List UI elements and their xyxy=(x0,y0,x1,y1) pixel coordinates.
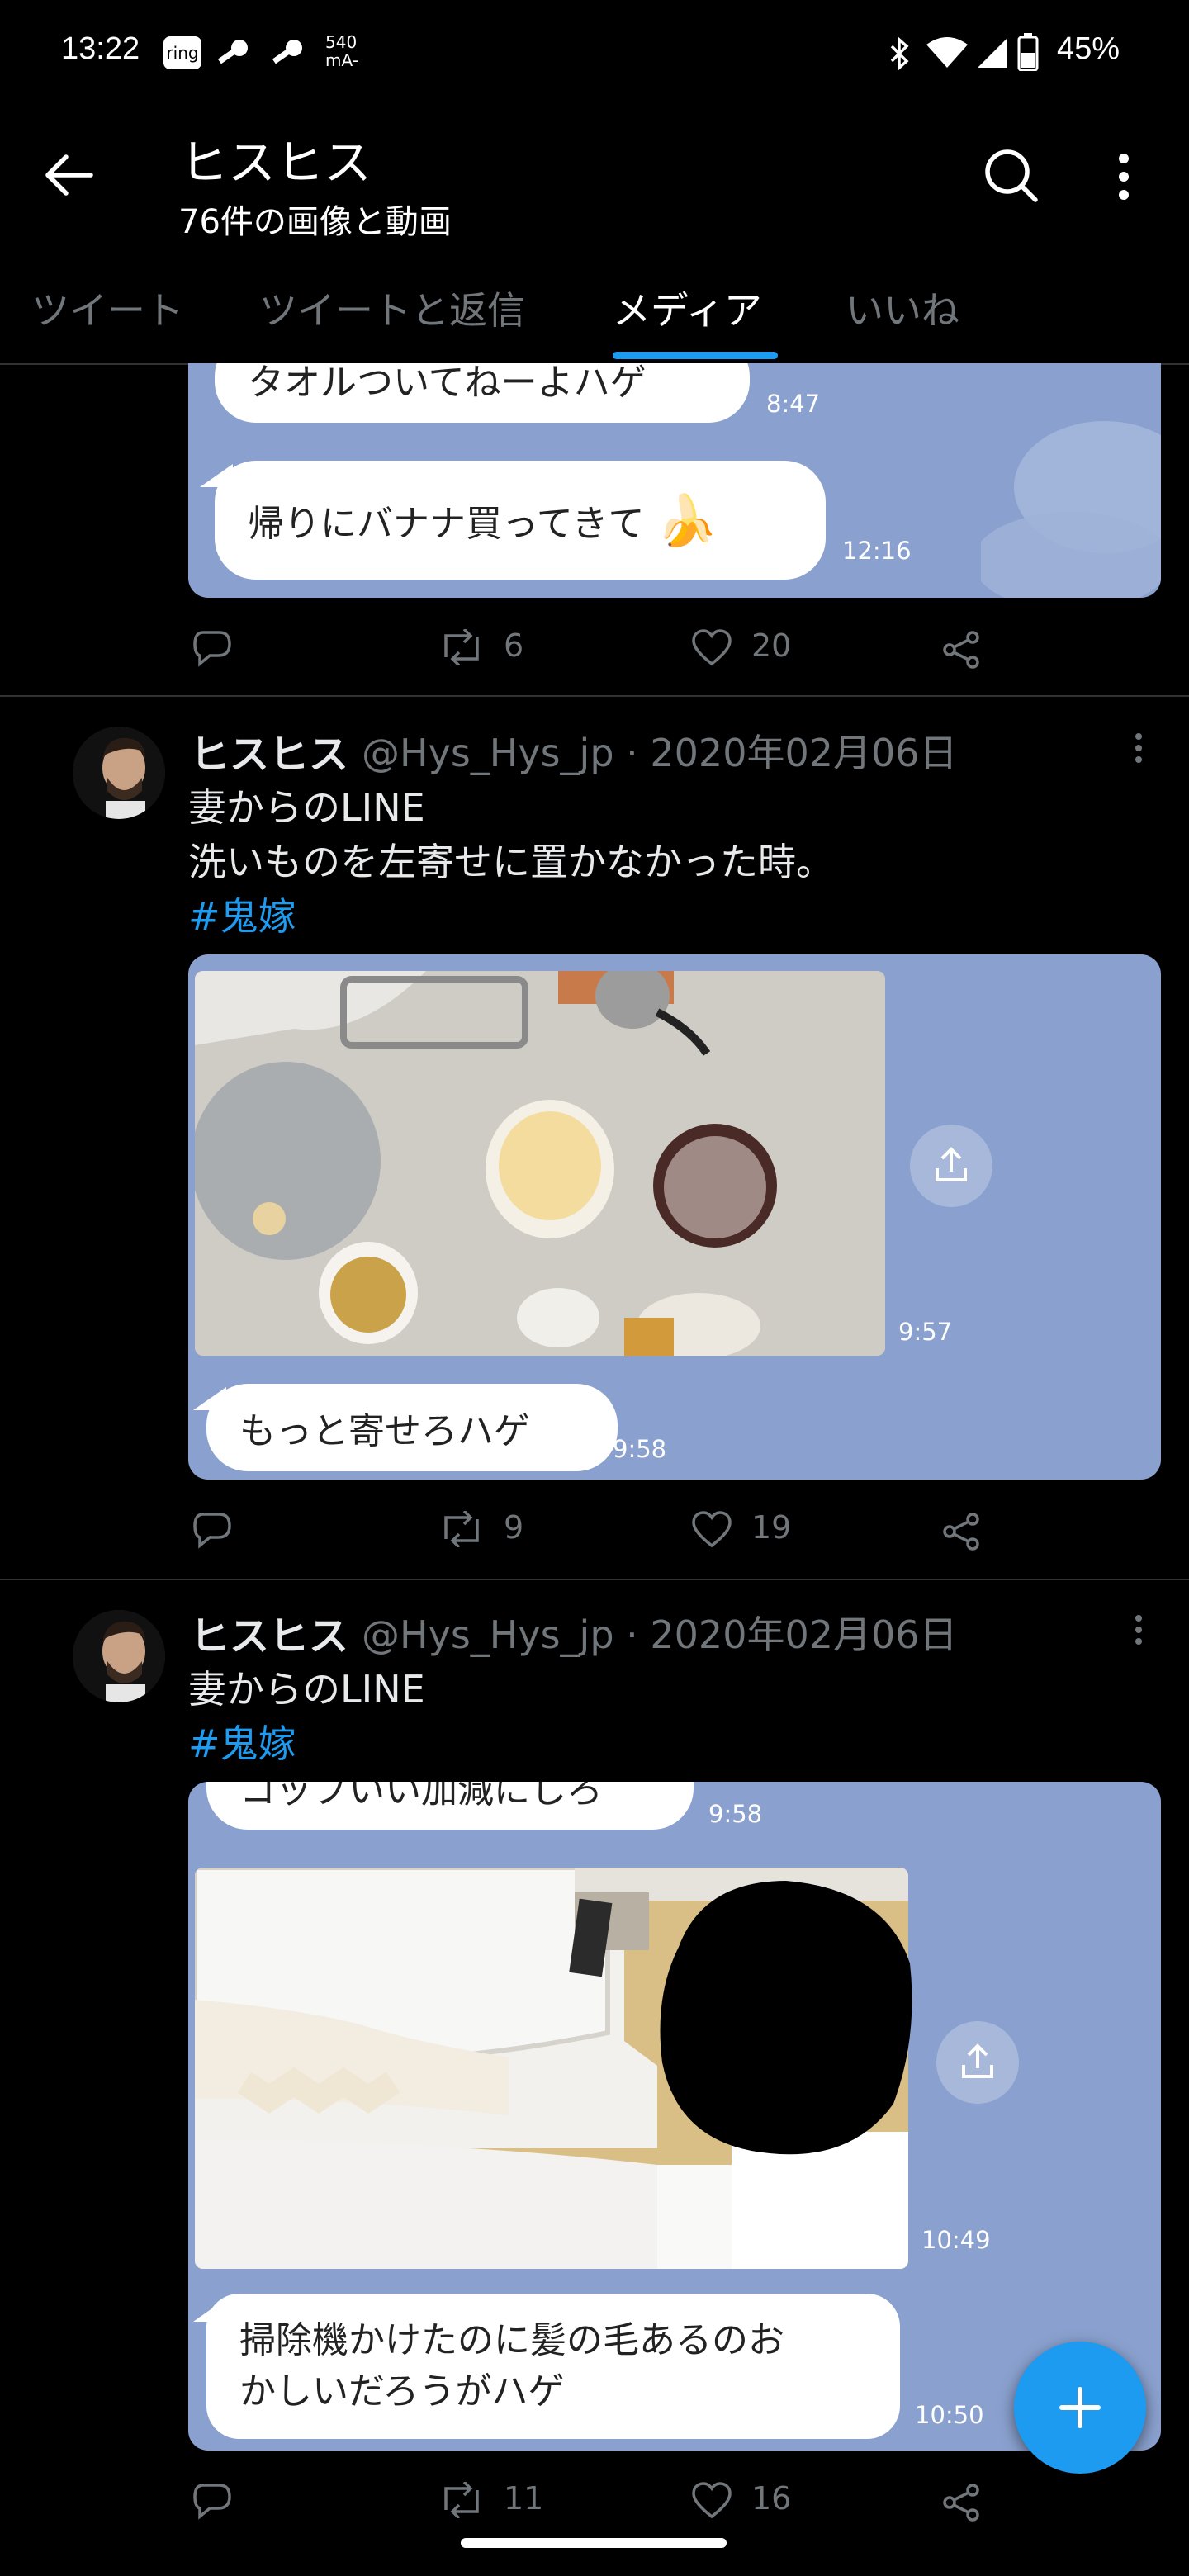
avatar[interactable] xyxy=(73,727,165,819)
hashtag-link[interactable]: #鬼嫁 xyxy=(188,887,296,941)
signal-icon xyxy=(978,38,1007,68)
retweet-icon[interactable] xyxy=(438,1511,486,1547)
mA-icon: 540 mA- xyxy=(325,32,358,70)
chat-bubble: タオルついてねーよハゲ xyxy=(215,363,750,423)
sky-cloud-decoration xyxy=(981,421,1161,598)
status-bar: 13:22 ring 540 mA- 45% xyxy=(0,0,1189,107)
reply-icon[interactable] xyxy=(192,2480,233,2520)
search-icon[interactable] xyxy=(983,147,1040,205)
share-icon[interactable] xyxy=(941,2482,983,2523)
chat-timestamp: 12:16 xyxy=(842,537,912,565)
upload-icon xyxy=(936,1147,967,1181)
profile-title: ヒスヒス xyxy=(180,135,372,191)
upload-icon xyxy=(962,2043,993,2078)
battery-icon xyxy=(1017,33,1039,71)
ring-icon: ring xyxy=(163,36,201,69)
active-tab-indicator xyxy=(613,352,778,359)
reply-icon[interactable] xyxy=(192,1509,233,1549)
tweet-text-line: 妻からのLINE xyxy=(188,1667,425,1712)
compose-tweet-button[interactable] xyxy=(1014,2342,1146,2474)
author-handle-date[interactable]: @Hys_Hys_jp · 2020年02月06日 xyxy=(362,1605,958,1660)
tweet-text-line: 妻からのLINE xyxy=(188,785,425,830)
back-arrow-icon[interactable] xyxy=(43,152,94,198)
tab-likes[interactable]: いいね xyxy=(846,281,959,335)
redaction-blob xyxy=(660,1881,912,2155)
chat-timestamp: 10:50 xyxy=(915,2401,984,2429)
like-count: 19 xyxy=(751,1509,792,1546)
battery-percent: 45% xyxy=(1056,31,1120,66)
retweet-count: 9 xyxy=(504,1509,524,1546)
more-options-icon[interactable] xyxy=(1115,152,1133,201)
chat-bubble: 帰りにバナナ買ってきて 🍌 xyxy=(215,461,826,580)
chat-timestamp: 9:57 xyxy=(898,1318,953,1346)
tweet-image-chat[interactable]: 9:57 もっと寄せろハゲ 9:58 xyxy=(188,954,1161,1480)
banana-icon: 🍌 xyxy=(656,491,718,550)
bluetooth-icon xyxy=(890,36,909,71)
tweet-more-icon[interactable] xyxy=(1133,1613,1144,1646)
media-count: 76件の画像と動画 xyxy=(178,203,452,241)
author-handle-date[interactable]: @Hys_Hys_jp · 2020年02月06日 xyxy=(362,723,958,778)
tweet-image-chat[interactable]: タオルついてねーよハゲ 8:47 帰りにバナナ買ってきて 🍌 12:16 xyxy=(188,363,1161,598)
tab-tweets[interactable]: ツイート xyxy=(31,281,183,335)
image-share-button[interactable] xyxy=(910,1125,992,1207)
bubble-line: かしいだろうがハゲ xyxy=(239,2370,565,2413)
key-icon xyxy=(272,40,302,64)
key-icon xyxy=(217,40,248,64)
author-name[interactable]: ヒスヒス xyxy=(190,722,348,779)
chat-photo xyxy=(195,971,885,1356)
chat-bubble: 掃除機かけたのに髪の毛あるのお かしいだろうがハゲ xyxy=(206,2294,900,2439)
retweet-count: 11 xyxy=(504,2480,544,2517)
tab-tweets-and-replies[interactable]: ツイートと返信 xyxy=(259,281,525,335)
chat-bubble: もっと寄せろハゲ xyxy=(206,1384,618,1471)
like-icon[interactable] xyxy=(690,1511,733,1549)
avatar[interactable] xyxy=(73,1610,165,1702)
retweet-count: 6 xyxy=(504,627,524,664)
plus-icon xyxy=(1059,2387,1101,2428)
wifi-icon xyxy=(926,37,968,68)
hashtag-link[interactable]: #鬼嫁 xyxy=(188,1714,296,1769)
chat-timestamp: 9:58 xyxy=(708,1800,763,1828)
home-indicator[interactable] xyxy=(461,2538,727,2548)
tweet-more-icon[interactable] xyxy=(1133,732,1144,765)
tweet-image-chat[interactable]: コップいい加減にしろ 9:58 10:49 掃除機かけたのに髪の毛あるのお かし… xyxy=(188,1782,1161,2451)
chat-timestamp: 9:58 xyxy=(613,1435,667,1463)
like-count: 20 xyxy=(751,627,792,664)
like-count: 16 xyxy=(751,2480,792,2517)
like-icon[interactable] xyxy=(690,2482,733,2520)
chat-timestamp: 8:47 xyxy=(766,390,821,418)
image-share-button[interactable] xyxy=(936,2021,1019,2104)
chat-timestamp: 10:49 xyxy=(921,2226,991,2254)
like-icon[interactable] xyxy=(690,629,733,667)
tweet-separator xyxy=(0,1579,1189,1580)
chat-bubble: コップいい加減にしろ xyxy=(206,1782,694,1830)
retweet-icon[interactable] xyxy=(438,2482,486,2518)
status-time: 13:22 xyxy=(61,31,140,66)
bubble-line: 掃除機かけたのに髪の毛あるのお xyxy=(239,2319,784,2361)
retweet-icon[interactable] xyxy=(438,629,486,665)
share-icon[interactable] xyxy=(941,1511,983,1552)
tab-media[interactable]: メディア xyxy=(613,281,762,335)
tweet-text-line: 洗いものを左寄せに置かなかった時。 xyxy=(188,840,834,884)
share-icon[interactable] xyxy=(941,629,983,670)
reply-icon[interactable] xyxy=(192,627,233,667)
author-name[interactable]: ヒスヒス xyxy=(190,1603,348,1661)
tweet-separator xyxy=(0,695,1189,697)
